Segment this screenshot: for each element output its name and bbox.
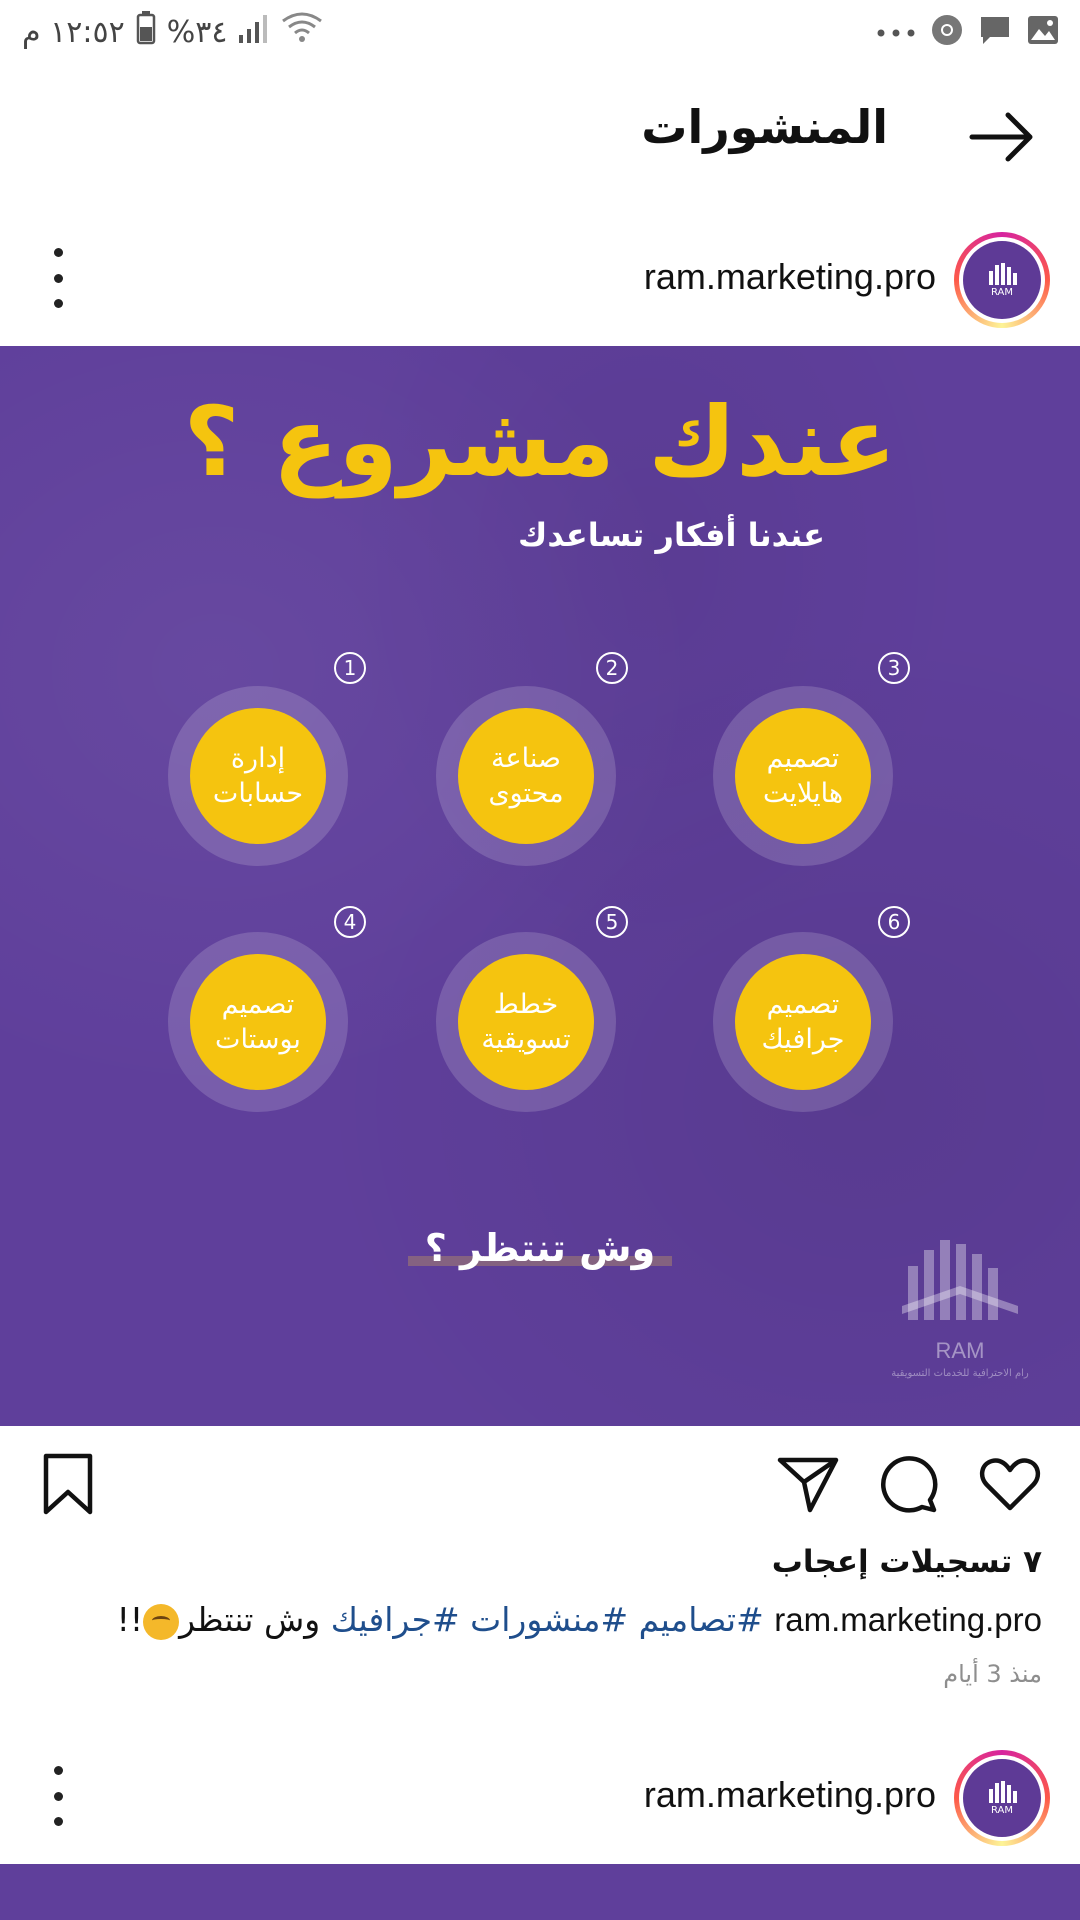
app-header: المنشورات bbox=[0, 80, 1080, 190]
status-right bbox=[876, 8, 1060, 56]
service-label-line1: تصميم bbox=[221, 988, 295, 1020]
dot-icon bbox=[53, 1817, 63, 1826]
service-number: 2 bbox=[596, 652, 628, 684]
more-notifications-icon bbox=[876, 23, 916, 42]
service-item: تصميم جرافيك bbox=[713, 932, 893, 1112]
brand-logo-name: RAM bbox=[935, 1338, 985, 1363]
service-item: تصميم هايلايت bbox=[713, 686, 893, 866]
chrome-icon bbox=[930, 13, 964, 51]
hashtag[interactable]: #جرافيك bbox=[331, 1600, 460, 1639]
post-header: RAM ram.marketing.pro bbox=[0, 1736, 1080, 1856]
service-label-line2: جرافيك bbox=[761, 1024, 845, 1055]
likes-count[interactable]: ٧ تسجيلات إعجاب bbox=[772, 1544, 1042, 1580]
page-title: المنشورات bbox=[641, 100, 888, 154]
post-options-button[interactable] bbox=[38, 1766, 78, 1826]
status-time: ١٢:٥٢ م bbox=[22, 14, 125, 50]
share-button[interactable] bbox=[776, 1452, 840, 1516]
message-icon bbox=[978, 13, 1012, 51]
service-label-line1: خطط bbox=[493, 988, 559, 1020]
dot-icon bbox=[53, 1766, 63, 1775]
thinking-emoji-icon bbox=[143, 1603, 180, 1640]
service-label-line1: إدارة bbox=[230, 742, 286, 774]
service-label-line2: هايلايت bbox=[762, 778, 844, 809]
service-label-line1: تصميم bbox=[766, 988, 840, 1020]
service-label-line2: بوستات bbox=[215, 1024, 301, 1055]
dot-icon bbox=[53, 248, 63, 257]
service-item: خطط تسويقية bbox=[436, 932, 616, 1112]
dot-icon bbox=[53, 299, 63, 308]
brand-logo-tagline: رام الاحترافية للخدمات التسويقية bbox=[891, 1368, 1029, 1379]
battery-percent: %٣٤ bbox=[166, 14, 228, 50]
gallery-icon bbox=[1026, 13, 1060, 51]
service-label-line1: تصميم bbox=[766, 742, 840, 774]
building-logo-icon bbox=[902, 1240, 1018, 1320]
service-label-line1: صناعة bbox=[491, 742, 561, 774]
service-number: 1 bbox=[334, 652, 366, 684]
dot-icon bbox=[53, 273, 63, 283]
hashtag[interactable]: #منشورات bbox=[470, 1600, 628, 1639]
send-icon bbox=[777, 1457, 839, 1513]
service-item: تصميم بوستات bbox=[168, 932, 348, 1112]
post-actions bbox=[0, 1440, 1080, 1530]
hashtag[interactable]: #تصاميم bbox=[639, 1600, 764, 1639]
save-button[interactable] bbox=[36, 1452, 100, 1516]
service-number: 4 bbox=[334, 906, 366, 938]
building-logo-icon bbox=[989, 1780, 1017, 1803]
service-number: 5 bbox=[596, 906, 628, 938]
service-label-line2: تسويقية bbox=[481, 1024, 571, 1055]
image-title: عندك مشروع ؟ bbox=[183, 386, 897, 498]
avatar[interactable]: RAM bbox=[954, 232, 1050, 328]
post-header: RAM ram.marketing.pro bbox=[0, 218, 1080, 338]
comment-button[interactable] bbox=[876, 1452, 940, 1516]
post-username[interactable]: ram.marketing.pro bbox=[644, 1774, 936, 1816]
signal-icon bbox=[237, 13, 271, 51]
post-timestamp: منذ 3 أيام bbox=[943, 1660, 1042, 1688]
post-username[interactable]: ram.marketing.pro bbox=[644, 256, 936, 298]
status-bar: ١٢:٥٢ م %٣٤ bbox=[0, 0, 1080, 64]
service-item: صناعة محتوى bbox=[436, 686, 616, 866]
post-caption: ram.marketing.pro #تصاميم #منشورات #جراف… bbox=[117, 1600, 1042, 1640]
brand-logo: RAM رام الاحترافية للخدمات التسويقية bbox=[880, 1236, 1040, 1386]
caption-suffix: !! bbox=[116, 1600, 144, 1639]
caption-text: وش تنتظر bbox=[179, 1600, 321, 1639]
service-label-line2: حسابات bbox=[212, 778, 304, 809]
dot-icon bbox=[53, 1791, 63, 1801]
like-button[interactable] bbox=[978, 1452, 1042, 1516]
bookmark-icon bbox=[43, 1453, 93, 1515]
service-number: 6 bbox=[878, 906, 910, 938]
wifi-icon bbox=[281, 11, 323, 53]
battery-icon bbox=[135, 11, 157, 53]
avatar-label: RAM bbox=[990, 286, 1013, 298]
avatar-label: RAM bbox=[990, 1804, 1013, 1816]
heart-icon bbox=[979, 1458, 1041, 1511]
service-number: 3 bbox=[878, 652, 910, 684]
post-image[interactable]: عندك مشروع ؟ عندنا أفكار تساعدك تصميم هاي… bbox=[0, 346, 1080, 1426]
status-left: ١٢:٥٢ م %٣٤ bbox=[22, 8, 323, 56]
caption-username[interactable]: ram.marketing.pro bbox=[774, 1601, 1042, 1638]
building-logo-icon bbox=[989, 262, 1017, 285]
comment-icon bbox=[881, 1456, 938, 1513]
post-image[interactable] bbox=[0, 1864, 1080, 1920]
image-subtitle: عندنا أفكار تساعدك bbox=[518, 516, 825, 554]
service-label-line2: محتوى bbox=[488, 778, 564, 809]
arrow-right-icon bbox=[969, 112, 1033, 162]
avatar[interactable]: RAM bbox=[954, 1750, 1050, 1846]
service-item: إدارة حسابات bbox=[168, 686, 348, 866]
back-button[interactable] bbox=[964, 102, 1040, 172]
post-options-button[interactable] bbox=[38, 248, 78, 308]
